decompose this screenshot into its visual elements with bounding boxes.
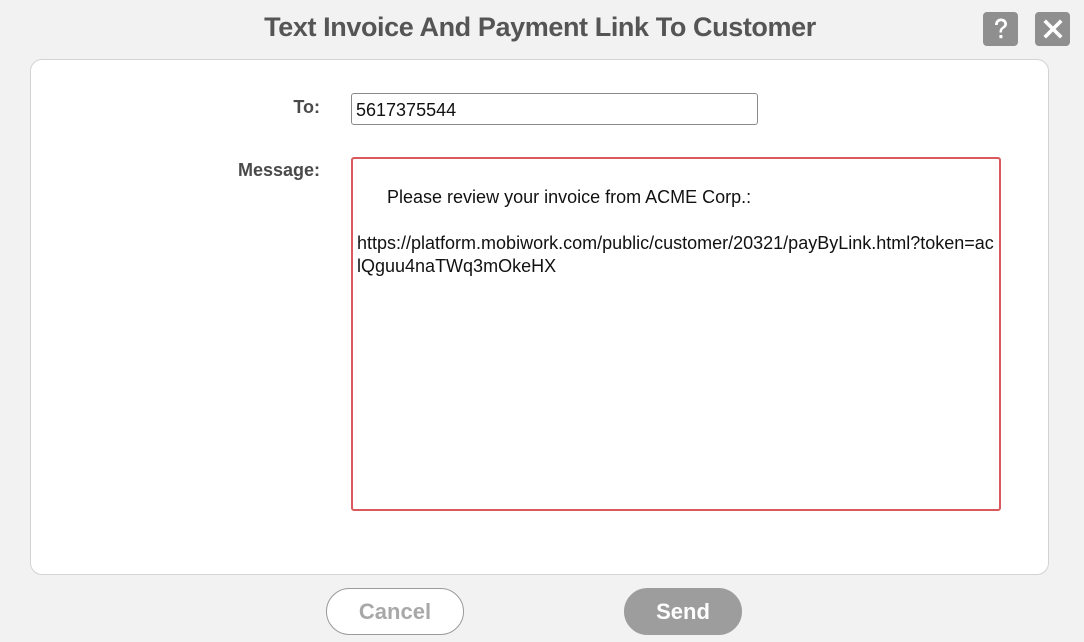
cancel-button[interactable]: Cancel: [326, 588, 464, 635]
help-button[interactable]: [983, 12, 1018, 46]
resize-grip-icon[interactable]: [981, 491, 997, 507]
to-phone-input[interactable]: [351, 93, 758, 125]
close-x-icon: [1042, 19, 1063, 39]
send-button[interactable]: Send: [624, 588, 742, 635]
message-label: Message:: [237, 160, 320, 180]
close-button[interactable]: [1035, 12, 1070, 46]
dialog-title: Text Invoice And Payment Link To Custome…: [264, 12, 816, 42]
text-invoice-dialog: Text Invoice And Payment Link To Custome…: [0, 0, 1084, 642]
message-text: Please review your invoice from ACME Cor…: [357, 187, 994, 276]
message-textarea[interactable]: Please review your invoice from ACME Cor…: [351, 157, 1001, 511]
form-panel: To: Message: Please review your invoice …: [30, 59, 1049, 575]
question-mark-icon: [991, 17, 1011, 41]
to-label: To:: [293, 97, 320, 117]
